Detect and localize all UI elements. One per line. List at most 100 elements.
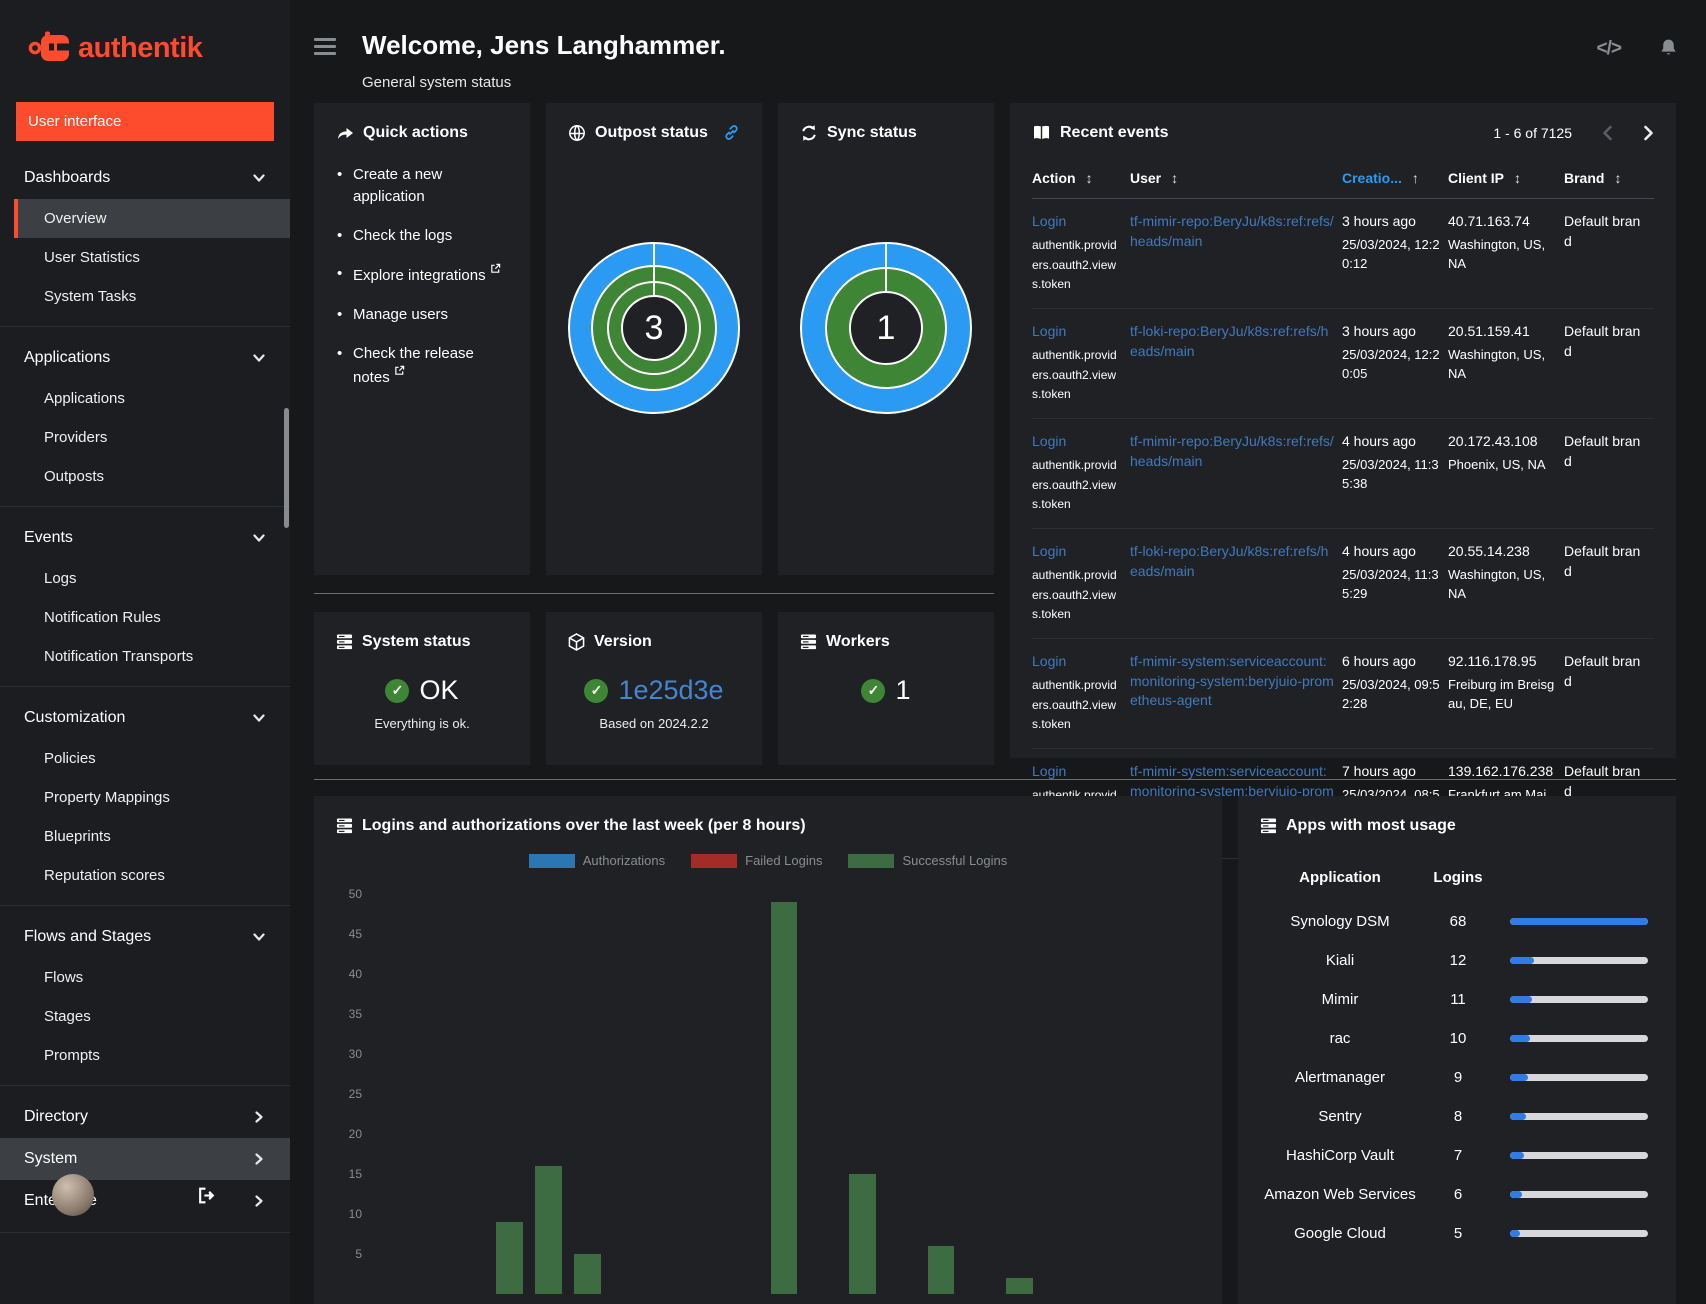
sidebar-item-blueprints[interactable]: Blueprints xyxy=(14,817,290,856)
version-value-link[interactable]: 1e25d3e xyxy=(618,675,723,706)
chart-legend: Authorizations Failed Logins Successful Lo… xyxy=(336,853,1200,868)
events-column-client-ip[interactable]: Client IP ↕ xyxy=(1448,160,1564,200)
app-usage-progress-fill xyxy=(1510,1191,1523,1199)
user-avatar[interactable] xyxy=(52,1174,94,1216)
api-code-icon[interactable]: </> xyxy=(1597,38,1623,60)
sidebar-item-stages[interactable]: Stages xyxy=(14,997,290,1036)
app-usage-bar-wrap xyxy=(1496,957,1654,965)
logins-chart-card: Logins and authorizations over the last … xyxy=(314,796,1222,1304)
event-action-link[interactable]: Login xyxy=(1032,652,1122,672)
event-action-link[interactable]: Login xyxy=(1032,212,1122,232)
sidebar-item-policies[interactable]: Policies xyxy=(14,739,290,778)
y-axis-tick: 10 xyxy=(348,1207,362,1222)
app-usage-progress-fill xyxy=(1510,996,1533,1004)
sidebar-scrollbar[interactable] xyxy=(284,408,289,528)
logo-wordmark: authentik xyxy=(78,31,203,64)
sidebar-section-customization[interactable]: Customization xyxy=(0,697,290,739)
events-column-creation[interactable]: Creatio... ↑ xyxy=(1342,160,1448,200)
events-column-user[interactable]: User ↕ xyxy=(1130,160,1342,200)
chart-title: Logins and authorizations over the last … xyxy=(362,817,806,834)
legend-item-successful-logins[interactable]: Successful Logins xyxy=(848,853,1007,868)
sidebar-item-notification-transports[interactable]: Notification Transports xyxy=(14,637,290,676)
event-user-link[interactable]: tf-mimir-system:serviceaccount:monitorin… xyxy=(1130,652,1334,711)
event-action-link[interactable]: Login xyxy=(1032,542,1122,562)
system-status-value: OK xyxy=(419,675,459,706)
event-user-cell: tf-loki-repo:BeryJu/k8s:ref:refs/heads/m… xyxy=(1130,528,1342,640)
sidebar-item-property-mappings[interactable]: Property Mappings xyxy=(14,778,290,817)
y-axis-tick: 35 xyxy=(348,1007,362,1022)
quick-action-check-the-logs[interactable]: Check the logs xyxy=(336,225,508,247)
quick-action-explore-integrations[interactable]: Explore integrations xyxy=(336,263,508,287)
table-row: Login authentik.providers.oauth2.views.to… xyxy=(1032,418,1654,530)
sidebar-section-dashboards[interactable]: Dashboards xyxy=(0,157,290,199)
quick-action-check-the-release-notes[interactable]: Check the release notes xyxy=(336,343,508,389)
event-geo: Washington, US, NA xyxy=(1448,236,1546,272)
outpost-status-card: Outpost status 3 xyxy=(546,103,762,575)
chevron-down-icon xyxy=(253,534,265,542)
event-user-link[interactable]: tf-loki-repo:BeryJu/k8s:ref:refs/heads/m… xyxy=(1130,542,1334,581)
event-brand-cell: Default brand xyxy=(1564,198,1654,310)
y-axis-tick: 25 xyxy=(348,1087,362,1102)
sidebar-item-providers[interactable]: Providers xyxy=(14,418,290,457)
hamburger-menu-icon[interactable] xyxy=(314,38,336,55)
app-usage-bar-wrap xyxy=(1496,918,1654,926)
column-label: User xyxy=(1130,170,1162,187)
legend-item-authorizations[interactable]: Authorizations xyxy=(528,853,665,868)
main: Quick actions Create a new application Ch… xyxy=(290,91,1706,1304)
events-column-action[interactable]: Action ↕ xyxy=(1032,160,1130,200)
apps-col-logins: Logins xyxy=(1433,869,1483,887)
sidebar-section-events[interactable]: Events xyxy=(0,517,290,559)
event-creation-cell: 3 hours ago 25/03/2024, 12:20:12 xyxy=(1342,198,1448,310)
chart-slot xyxy=(529,878,568,1295)
outpost-link-icon[interactable] xyxy=(723,124,740,141)
legend-item-failed-logins[interactable]: Failed Logins xyxy=(691,853,822,868)
event-user-link[interactable]: tf-loki-repo:BeryJu/k8s:ref:refs/heads/m… xyxy=(1130,322,1334,361)
column-label: Client IP xyxy=(1448,170,1505,187)
chart-bar-successful-logins xyxy=(770,902,798,1295)
sidebar-item-user-statistics[interactable]: User Statistics xyxy=(14,238,290,277)
sidebar-item-reputation-scores[interactable]: Reputation scores xyxy=(14,856,290,895)
sidebar-section-applications[interactable]: Applications xyxy=(0,337,290,379)
sidebar-item-flows[interactable]: Flows xyxy=(14,958,290,997)
event-datetime: 25/03/2024, 12:20:12 xyxy=(1342,236,1440,272)
event-client-ip: 20.172.43.108 xyxy=(1448,433,1538,450)
server-stack-icon xyxy=(336,818,353,833)
logout-icon[interactable] xyxy=(197,1186,216,1205)
event-datetime: 25/03/2024, 11:35:29 xyxy=(1342,566,1439,602)
check-circle-icon: ✓ xyxy=(584,678,609,703)
event-user-link[interactable]: tf-mimir-repo:BeryJu/k8s:ref:refs/heads/… xyxy=(1130,432,1334,471)
app-logins-count: 11 xyxy=(1450,991,1466,1009)
sidebar-item-system-tasks[interactable]: System Tasks xyxy=(14,277,290,316)
event-action-cell: Login authentik.providers.oauth2.views.to… xyxy=(1032,528,1130,640)
event-user-link[interactable]: tf-mimir-repo:BeryJu/k8s:ref:refs/heads/… xyxy=(1130,212,1334,251)
sidebar-item-notification-rules[interactable]: Notification Rules xyxy=(14,598,290,637)
sidebar-item-applications[interactable]: Applications xyxy=(14,379,290,418)
event-action-link[interactable]: Login xyxy=(1032,432,1122,452)
app-name: Amazon Web Services xyxy=(1264,1186,1416,1204)
chart-slot xyxy=(921,878,960,1295)
sidebar-item-overview[interactable]: Overview xyxy=(14,199,290,238)
event-brand: Default brand xyxy=(1564,213,1641,249)
sidebar-section-directory[interactable]: Directory xyxy=(0,1096,290,1138)
sidebar-item-prompts[interactable]: Prompts xyxy=(14,1036,290,1075)
app-usage-progress-fill xyxy=(1510,1230,1521,1238)
sidebar-divider xyxy=(0,506,290,507)
events-column-brand[interactable]: Brand ↕ xyxy=(1564,160,1654,200)
app-logins-count: 10 xyxy=(1449,1030,1467,1048)
notifications-bell-icon[interactable] xyxy=(1659,38,1678,58)
app-name: Alertmanager xyxy=(1294,1069,1386,1087)
user-interface-button[interactable]: User interface xyxy=(16,102,274,141)
system-status-title: System status xyxy=(362,633,471,650)
event-action-link[interactable]: Login xyxy=(1032,762,1122,782)
prev-page-icon[interactable] xyxy=(1602,125,1613,141)
quick-action-manage-users[interactable]: Manage users xyxy=(336,304,508,326)
sidebar-item-logs[interactable]: Logs xyxy=(14,559,290,598)
sidebar-section-flows-and-stages[interactable]: Flows and Stages xyxy=(0,916,290,958)
authentik-logo[interactable]: authentik xyxy=(0,0,290,102)
event-context: authentik.providers.oauth2.views.token xyxy=(1032,347,1117,402)
sidebar-item-outposts[interactable]: Outposts xyxy=(14,457,290,496)
event-action-link[interactable]: Login xyxy=(1032,322,1122,342)
apps-usage-table: Application Logins Synology DSM 68 Kiali 12… xyxy=(1260,861,1654,1253)
quick-action-create-a-new-application[interactable]: Create a new application xyxy=(336,164,508,208)
next-page-icon[interactable] xyxy=(1643,125,1654,141)
